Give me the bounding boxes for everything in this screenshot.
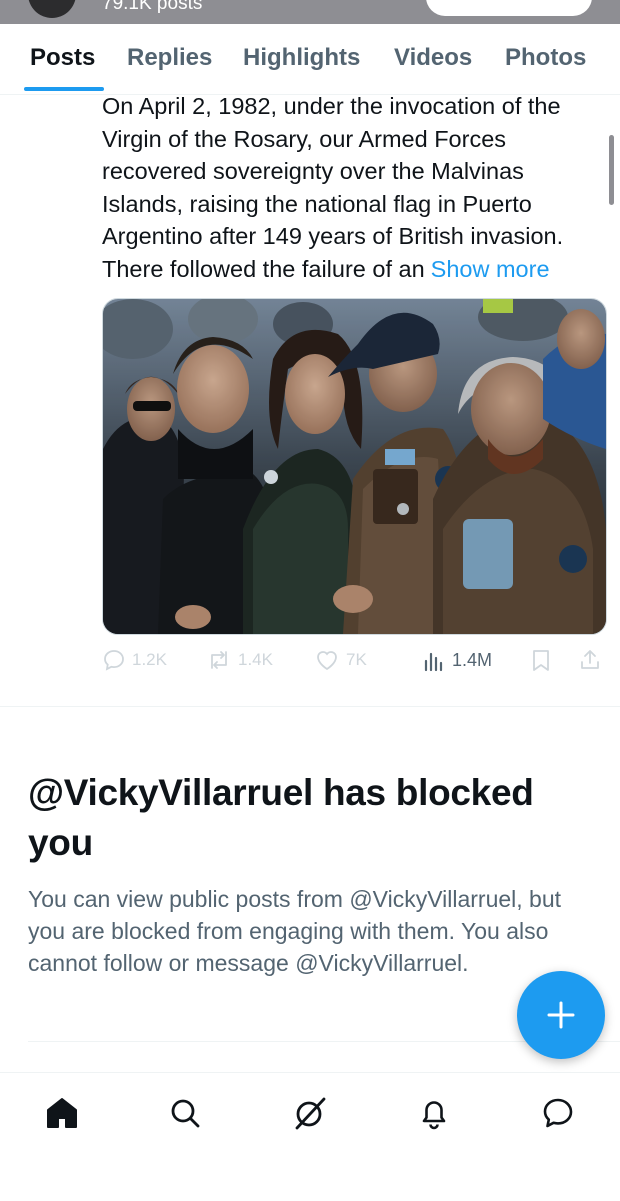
photo-crowd-illustration: [103, 299, 606, 634]
blocked-title: @VickyVillarruel has blocked you: [28, 772, 534, 863]
tweet-text-line: On April 2, 1982, under the invocation o…: [102, 93, 561, 119]
home-icon: [47, 1098, 77, 1128]
nav-home[interactable]: [42, 1093, 82, 1133]
bookmark-icon: [533, 650, 549, 671]
reply-icon: [104, 650, 124, 671]
divider: [0, 706, 620, 707]
heart-icon: [317, 651, 337, 671]
nav-messages[interactable]: [538, 1093, 578, 1133]
share-icon: [581, 650, 599, 669]
plus-icon: [547, 1001, 575, 1029]
tweet-text-line: Argentino after 149 years of British inv…: [102, 223, 564, 249]
scrollbar[interactable]: [609, 135, 614, 205]
nav-grok[interactable]: [290, 1093, 330, 1133]
tab-posts[interactable]: Posts: [30, 44, 95, 72]
tab-replies[interactable]: Replies: [127, 44, 212, 72]
views-icon: [424, 652, 443, 672]
profile-tabs: Posts Replies Highlights Videos Photos: [0, 24, 620, 95]
blocked-description: You can view public posts from @VickyVil…: [28, 886, 562, 976]
active-tab-indicator: [24, 87, 104, 91]
views-count: 1.4M: [452, 649, 493, 670]
tweet-text-line: Islands, raising the national flag in Pu…: [102, 190, 532, 217]
tweet-action-bar: 1.2K 1.4K 7K 1.4M: [102, 648, 607, 678]
share-button[interactable]: [578, 648, 602, 672]
bell-icon: [422, 1101, 446, 1130]
profile-header-strip: 79.1K posts: [0, 0, 620, 24]
tweet-text-line: recovered sovereignty over the Malvinas: [102, 158, 524, 184]
nav-notifications[interactable]: [414, 1093, 454, 1133]
like-button[interactable]: 7K: [314, 648, 367, 672]
like-count: 7K: [346, 650, 367, 669]
message-icon: [543, 1098, 573, 1128]
profile-action-button[interactable]: [426, 0, 592, 16]
tweet-text-line: Virgin of the Rosary, our Armed Forces: [102, 125, 507, 152]
tweet-text-last: There followed the failure of an: [102, 255, 425, 282]
show-more-link[interactable]: Show more: [431, 256, 550, 282]
tab-photos[interactable]: Photos: [505, 44, 586, 72]
post-count: 79.1K posts: [102, 0, 203, 14]
search-icon: [171, 1099, 200, 1128]
repost-button[interactable]: 1.4K: [206, 648, 273, 672]
repost-icon: [211, 651, 227, 669]
reply-button[interactable]: 1.2K: [102, 648, 167, 672]
tweet-photo[interactable]: [102, 298, 607, 635]
views-button[interactable]: 1.4M: [422, 648, 492, 672]
bottom-nav: [0, 1072, 620, 1201]
avatar[interactable]: [28, 0, 76, 18]
repost-count: 1.4K: [238, 650, 273, 669]
tab-highlights[interactable]: Highlights: [243, 44, 360, 72]
nav-search[interactable]: [165, 1093, 205, 1133]
tweet-text: On April 2, 1982, under the invocation o…: [102, 90, 612, 285]
grok-icon: [295, 1097, 326, 1130]
tab-videos[interactable]: Videos: [394, 44, 472, 72]
bookmark-button[interactable]: [530, 648, 552, 672]
reply-count: 1.2K: [132, 650, 167, 669]
tweet-text-line: There followed the failure of an Show mor…: [102, 253, 612, 286]
compose-button[interactable]: [517, 971, 605, 1059]
